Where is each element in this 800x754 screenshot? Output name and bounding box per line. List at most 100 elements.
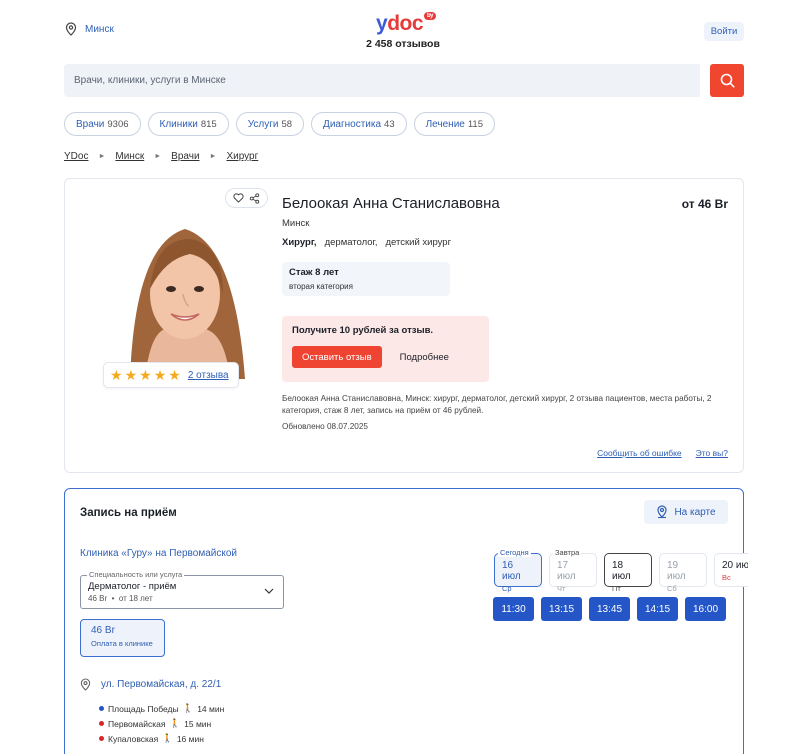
- date-option[interactable]: Сегодня 16 июл Ср: [494, 548, 542, 593]
- select-value: Дерматолог - приём: [88, 581, 177, 592]
- city-selector[interactable]: Минск: [65, 22, 114, 36]
- specialty: дерматолог,: [324, 237, 378, 248]
- chip-count: 815: [200, 118, 217, 130]
- clinic-address[interactable]: ул. Первомайская, д. 22/1: [80, 678, 221, 691]
- date-option[interactable]: 20 июл Вс: [714, 553, 748, 587]
- date-weekday: Сб: [667, 584, 677, 593]
- time-slot[interactable]: 13:45: [589, 597, 630, 621]
- breadcrumb-separator-icon: ►: [98, 153, 106, 160]
- select-price: 46 Br: [88, 594, 108, 603]
- metro-item: Купаловская 🚶 16 мин: [99, 731, 224, 746]
- price-label: Оплата в клинике: [91, 639, 153, 648]
- leave-review-button[interactable]: Оставить отзыв: [292, 346, 382, 368]
- breadcrumb: YDoc ► Минск ► Врачи ► Хирург: [64, 151, 258, 162]
- appointment-card: Запись на приём На карте Клиника «Гуру» …: [64, 488, 748, 754]
- chevron-down-icon: [264, 588, 274, 594]
- search-icon: [720, 73, 735, 88]
- date-weekday: Чт: [557, 584, 566, 593]
- doctor-price: от 46 Br: [681, 197, 728, 211]
- experience: Стаж 8 лет: [289, 267, 339, 278]
- map-button[interactable]: На карте: [644, 500, 728, 524]
- reviews-link[interactable]: 2 отзыва: [188, 370, 229, 381]
- card-footer-links: Сообщить об ошибке Это вы?: [597, 448, 728, 458]
- report-error-link[interactable]: Сообщить об ошибке: [597, 448, 682, 458]
- chip-treatment[interactable]: Лечение 115: [413, 112, 495, 136]
- breadcrumb-item[interactable]: Хирург: [226, 151, 258, 162]
- main-specialty: Хирург,: [282, 237, 317, 248]
- category: вторая категория: [289, 282, 353, 291]
- walk-icon: 🚶: [162, 733, 173, 743]
- chip-clinics[interactable]: Клиники 815: [147, 112, 229, 136]
- more-details-button[interactable]: Подробнее: [400, 352, 449, 363]
- time-slot[interactable]: 13:15: [541, 597, 582, 621]
- date-value: 18 июл: [612, 560, 631, 582]
- logo-badge: by: [424, 12, 437, 20]
- promo-text: Получите 10 рублей за отзыв.: [292, 325, 434, 336]
- chip-label: Диагностика: [323, 118, 382, 130]
- location-pin-icon: [80, 678, 91, 691]
- service-select[interactable]: Специальность или услуга Дерматолог - пр…: [80, 570, 284, 609]
- chip-diagnostics[interactable]: Диагностика 43: [311, 112, 407, 136]
- metro-list: Площадь Победы 🚶 14 мин Первомайская 🚶 1…: [99, 701, 224, 746]
- chip-services[interactable]: Услуги 58: [235, 112, 305, 136]
- date-weekday: Вс: [722, 573, 731, 582]
- walk-icon: 🚶: [182, 703, 194, 713]
- date-picker: Сегодня 16 июл Ср Завтра 17 июл Чт 18 ию…: [494, 548, 748, 593]
- star-icon: ★: [110, 367, 123, 383]
- select-age: от 18 лет: [118, 594, 153, 603]
- chip-label: Клиники: [159, 118, 198, 130]
- doctor-description: Белоокая Анна Станиславовна, Минск: хиру…: [282, 394, 712, 415]
- star-icon: ★: [153, 367, 167, 383]
- reviews-count: 2 458 отзывов: [366, 38, 440, 50]
- metro-dot-icon: [99, 706, 104, 711]
- date-option[interactable]: 19 июл Сб: [659, 553, 707, 593]
- experience-box: Стаж 8 лет вторая категория: [282, 262, 450, 296]
- login-button[interactable]: Войти: [704, 22, 744, 41]
- breadcrumb-item[interactable]: Врачи: [171, 151, 199, 162]
- doctor-photo: [105, 204, 265, 379]
- breadcrumb-separator-icon: ►: [209, 153, 217, 160]
- metro-time: 16 мин: [176, 733, 204, 744]
- metro-time: 15 мин: [184, 718, 212, 729]
- select-meta: 46 Br • от 18 лет: [88, 594, 153, 603]
- breadcrumb-item[interactable]: YDoc: [64, 151, 88, 162]
- search-button[interactable]: [710, 64, 744, 97]
- time-slot[interactable]: 11:30: [493, 597, 534, 621]
- breadcrumb-separator-icon: ►: [154, 153, 162, 160]
- date-option[interactable]: Завтра 17 июл Чт: [549, 548, 597, 593]
- metro-name: Площадь Победы: [108, 703, 179, 714]
- date-value: 19 июл: [667, 560, 686, 582]
- location-pin-icon: [65, 22, 77, 36]
- header: Минск ydoc by 2 458 отзывов Войти: [0, 0, 800, 58]
- date-weekday: Ср: [502, 584, 512, 593]
- time-slot[interactable]: 14:15: [637, 597, 678, 621]
- star-icon: ★: [124, 367, 138, 383]
- logo[interactable]: ydoc by: [376, 12, 437, 36]
- breadcrumb-item[interactable]: Минск: [115, 151, 144, 162]
- metro-time: 14 мин: [197, 703, 225, 714]
- metro-item: Первомайская 🚶 15 мин: [99, 716, 224, 731]
- share-icon[interactable]: [249, 192, 260, 204]
- date-value: 16 июл: [502, 560, 521, 582]
- rating-box: ★ ★ ★ ★ ★ 2 отзыва: [103, 362, 239, 388]
- search-input[interactable]: [64, 64, 700, 97]
- chip-doctors[interactable]: Врачи 9306: [64, 112, 141, 136]
- city-label: Минск: [85, 23, 114, 35]
- updated-date: Обновлено 08.07.2025: [282, 422, 368, 431]
- date-option[interactable]: 18 июл Пт: [604, 553, 652, 593]
- date-top-label: Завтра: [553, 548, 582, 557]
- heart-icon[interactable]: [233, 193, 244, 203]
- logo-y: y: [376, 12, 388, 35]
- doctor-specialties: Хирург, дерматолог, детский хирург: [282, 237, 451, 248]
- doctor-name: Белоокая Анна Станиславовна: [282, 195, 500, 212]
- time-slot[interactable]: 16:00: [685, 597, 726, 621]
- is-it-you-link[interactable]: Это вы?: [696, 448, 728, 458]
- map-button-label: На карте: [674, 506, 716, 518]
- clinic-name[interactable]: Клиника «Гуру» на Первомайской: [80, 548, 237, 559]
- select-legend: Специальность или услуга: [87, 570, 185, 579]
- time-slots: 11:30 13:15 13:45 14:15 16:00: [493, 597, 726, 621]
- chip-label: Лечение: [425, 118, 465, 130]
- price-amount: 46 Br: [91, 625, 115, 636]
- date-weekday: Пт: [612, 584, 621, 593]
- price-option[interactable]: 46 Br Оплата в клинике: [80, 619, 165, 657]
